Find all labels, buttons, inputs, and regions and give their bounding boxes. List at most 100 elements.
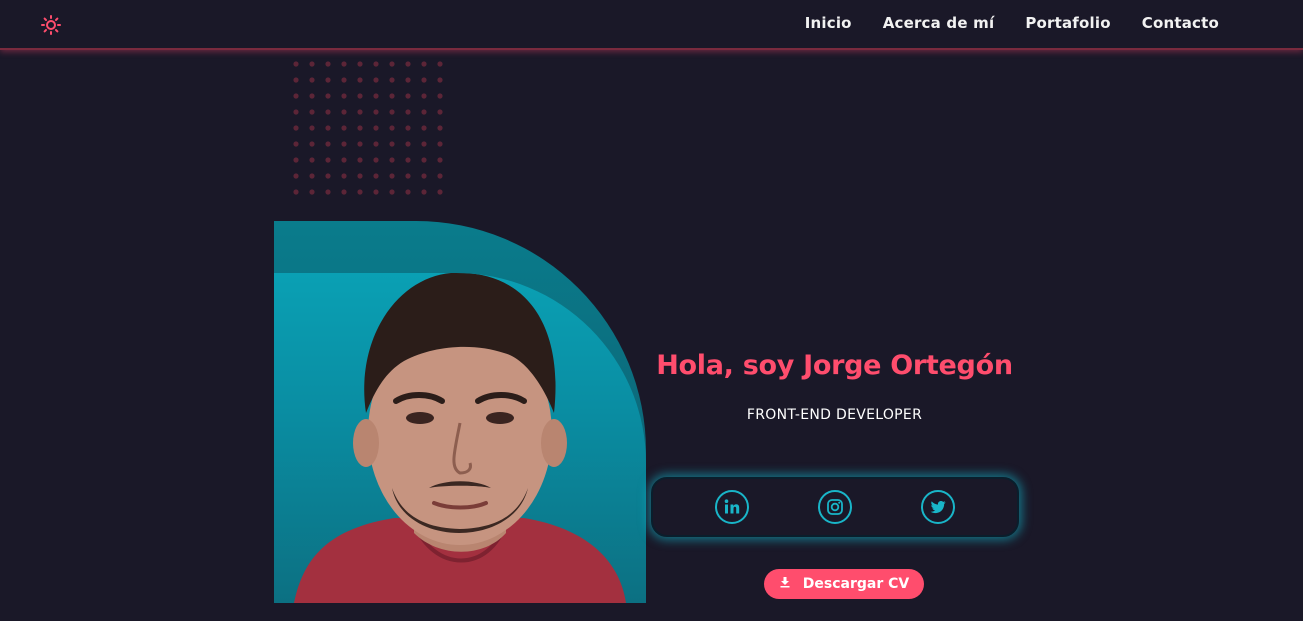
- decorative-dot: [357, 189, 363, 195]
- decorative-dot: [421, 157, 427, 163]
- decorative-dot: [293, 157, 299, 163]
- linkedin-icon[interactable]: [715, 490, 750, 524]
- profile-photo: [274, 273, 646, 603]
- decorative-dot: [357, 61, 363, 67]
- decorative-dot: [437, 109, 443, 115]
- decorative-dot: [373, 157, 379, 163]
- decorative-dot: [437, 141, 443, 147]
- decorative-dot: [293, 109, 299, 115]
- download-cv-button[interactable]: Descargar CV: [764, 569, 924, 599]
- nav-link-acerca[interactable]: Acerca de mí: [883, 14, 995, 32]
- decorative-dot: [405, 189, 411, 195]
- decorative-dot: [293, 93, 299, 99]
- decorative-dot: [293, 125, 299, 131]
- decorative-dot: [325, 93, 331, 99]
- decorative-dot: [389, 125, 395, 131]
- decorative-dot: [309, 141, 315, 147]
- sun-icon[interactable]: [40, 14, 62, 36]
- decorative-dot: [325, 141, 331, 147]
- hero-subtitle: FRONT-END DEVELOPER: [746, 407, 923, 423]
- decorative-dot: [341, 141, 347, 147]
- decorative-dot: [309, 189, 315, 195]
- decorative-dot: [373, 125, 379, 131]
- decorative-dot: [421, 125, 427, 131]
- decorative-dot-grid: [293, 61, 443, 195]
- twitter-icon[interactable]: [920, 490, 955, 524]
- decorative-dot: [389, 77, 395, 83]
- decorative-dot: [421, 93, 427, 99]
- decorative-dot: [341, 61, 347, 67]
- decorative-dot: [357, 141, 363, 147]
- decorative-dot: [325, 157, 331, 163]
- decorative-dot: [309, 93, 315, 99]
- navbar: Inicio Acerca de mí Portafolio Contacto: [0, 0, 1303, 50]
- decorative-dot: [421, 189, 427, 195]
- decorative-dot: [405, 77, 411, 83]
- instagram-icon[interactable]: [817, 490, 852, 524]
- nav-link-inicio[interactable]: Inicio: [805, 14, 852, 32]
- decorative-dot: [357, 109, 363, 115]
- decorative-dot: [405, 141, 411, 147]
- decorative-dot: [341, 189, 347, 195]
- main-nav: Inicio Acerca de mí Portafolio Contacto: [805, 14, 1219, 32]
- decorative-dot: [437, 77, 443, 83]
- decorative-dot: [293, 61, 299, 67]
- decorative-dot: [341, 109, 347, 115]
- decorative-dot: [389, 157, 395, 163]
- decorative-dot: [325, 109, 331, 115]
- decorative-dot: [373, 77, 379, 83]
- decorative-dot: [309, 109, 315, 115]
- decorative-dot: [309, 173, 315, 179]
- decorative-dot: [437, 125, 443, 131]
- profile-photo-frame: [274, 221, 646, 603]
- decorative-dot: [437, 173, 443, 179]
- decorative-dot: [405, 157, 411, 163]
- decorative-dot: [373, 61, 379, 67]
- decorative-dot: [389, 93, 395, 99]
- decorative-dot: [309, 61, 315, 67]
- decorative-dot: [373, 141, 379, 147]
- decorative-dot: [357, 77, 363, 83]
- decorative-dot: [341, 93, 347, 99]
- decorative-dot: [405, 173, 411, 179]
- decorative-dot: [309, 125, 315, 131]
- decorative-dot: [421, 141, 427, 147]
- decorative-dot: [389, 173, 395, 179]
- decorative-dot: [325, 61, 331, 67]
- decorative-dot: [437, 157, 443, 163]
- decorative-dot: [389, 141, 395, 147]
- decorative-dot: [405, 109, 411, 115]
- decorative-dot: [309, 157, 315, 163]
- decorative-dot: [357, 173, 363, 179]
- nav-link-portafolio[interactable]: Portafolio: [1025, 14, 1110, 32]
- decorative-dot: [357, 157, 363, 163]
- decorative-dot: [421, 109, 427, 115]
- decorative-dot: [325, 77, 331, 83]
- decorative-dot: [373, 93, 379, 99]
- decorative-dot: [341, 125, 347, 131]
- decorative-dot: [373, 109, 379, 115]
- decorative-dot: [293, 189, 299, 195]
- decorative-dot: [405, 93, 411, 99]
- decorative-dot: [389, 189, 395, 195]
- decorative-dot: [341, 173, 347, 179]
- nav-link-contacto[interactable]: Contacto: [1142, 14, 1219, 32]
- decorative-dot: [293, 173, 299, 179]
- download-icon: [779, 576, 791, 592]
- hero-title: Hola, soy Jorge Ortegón: [656, 350, 1013, 381]
- decorative-dot: [405, 125, 411, 131]
- decorative-dot: [325, 125, 331, 131]
- decorative-dot: [373, 173, 379, 179]
- download-cv-label: Descargar CV: [802, 576, 910, 592]
- decorative-dot: [293, 77, 299, 83]
- decorative-dot: [421, 61, 427, 67]
- decorative-dot: [421, 173, 427, 179]
- decorative-dot: [373, 189, 379, 195]
- decorative-dot: [421, 77, 427, 83]
- decorative-dot: [389, 61, 395, 67]
- decorative-dot: [325, 173, 331, 179]
- decorative-dot: [325, 189, 331, 195]
- decorative-dot: [357, 93, 363, 99]
- decorative-dot: [341, 157, 347, 163]
- decorative-dot: [437, 93, 443, 99]
